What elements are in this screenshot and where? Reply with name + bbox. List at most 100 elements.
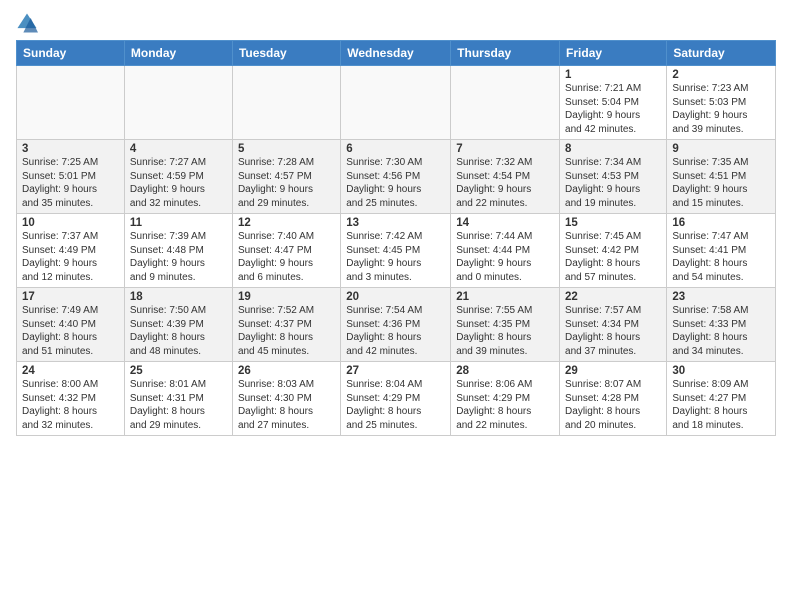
weekday-header-thursday: Thursday [451, 41, 560, 66]
day-info: Sunrise: 8:06 AM Sunset: 4:29 PM Dayligh… [456, 378, 554, 432]
day-info: Sunrise: 7:25 AM Sunset: 5:01 PM Dayligh… [22, 156, 119, 210]
day-number: 12 [238, 217, 335, 229]
calendar-week-3: 10Sunrise: 7:37 AM Sunset: 4:49 PM Dayli… [17, 214, 776, 288]
weekday-header-wednesday: Wednesday [341, 41, 451, 66]
calendar-cell: 20Sunrise: 7:54 AM Sunset: 4:36 PM Dayli… [341, 288, 451, 362]
day-info: Sunrise: 7:39 AM Sunset: 4:48 PM Dayligh… [130, 230, 227, 284]
day-info: Sunrise: 7:23 AM Sunset: 5:03 PM Dayligh… [672, 82, 770, 136]
day-number: 11 [130, 217, 227, 229]
header [16, 12, 776, 34]
day-info: Sunrise: 8:03 AM Sunset: 4:30 PM Dayligh… [238, 378, 335, 432]
day-number: 2 [672, 69, 770, 81]
day-number: 15 [565, 217, 661, 229]
calendar-cell: 11Sunrise: 7:39 AM Sunset: 4:48 PM Dayli… [124, 214, 232, 288]
calendar-cell: 24Sunrise: 8:00 AM Sunset: 4:32 PM Dayli… [17, 362, 125, 436]
calendar-week-1: 1Sunrise: 7:21 AM Sunset: 5:04 PM Daylig… [17, 66, 776, 140]
calendar-cell: 15Sunrise: 7:45 AM Sunset: 4:42 PM Dayli… [560, 214, 667, 288]
day-info: Sunrise: 7:40 AM Sunset: 4:47 PM Dayligh… [238, 230, 335, 284]
day-info: Sunrise: 7:55 AM Sunset: 4:35 PM Dayligh… [456, 304, 554, 358]
main-container: SundayMondayTuesdayWednesdayThursdayFrid… [0, 0, 792, 444]
day-info: Sunrise: 7:32 AM Sunset: 4:54 PM Dayligh… [456, 156, 554, 210]
day-number: 28 [456, 365, 554, 377]
calendar-cell [451, 66, 560, 140]
calendar-cell: 22Sunrise: 7:57 AM Sunset: 4:34 PM Dayli… [560, 288, 667, 362]
calendar-cell: 8Sunrise: 7:34 AM Sunset: 4:53 PM Daylig… [560, 140, 667, 214]
day-info: Sunrise: 7:57 AM Sunset: 4:34 PM Dayligh… [565, 304, 661, 358]
day-number: 14 [456, 217, 554, 229]
calendar-cell: 13Sunrise: 7:42 AM Sunset: 4:45 PM Dayli… [341, 214, 451, 288]
calendar-cell [124, 66, 232, 140]
day-number: 25 [130, 365, 227, 377]
calendar-week-2: 3Sunrise: 7:25 AM Sunset: 5:01 PM Daylig… [17, 140, 776, 214]
day-info: Sunrise: 7:42 AM Sunset: 4:45 PM Dayligh… [346, 230, 445, 284]
calendar-cell: 7Sunrise: 7:32 AM Sunset: 4:54 PM Daylig… [451, 140, 560, 214]
day-info: Sunrise: 8:01 AM Sunset: 4:31 PM Dayligh… [130, 378, 227, 432]
calendar-cell: 25Sunrise: 8:01 AM Sunset: 4:31 PM Dayli… [124, 362, 232, 436]
weekday-header-sunday: Sunday [17, 41, 125, 66]
day-info: Sunrise: 7:37 AM Sunset: 4:49 PM Dayligh… [22, 230, 119, 284]
day-info: Sunrise: 7:35 AM Sunset: 4:51 PM Dayligh… [672, 156, 770, 210]
day-number: 24 [22, 365, 119, 377]
calendar-cell: 19Sunrise: 7:52 AM Sunset: 4:37 PM Dayli… [232, 288, 340, 362]
day-number: 30 [672, 365, 770, 377]
calendar-cell: 27Sunrise: 8:04 AM Sunset: 4:29 PM Dayli… [341, 362, 451, 436]
calendar-cell: 10Sunrise: 7:37 AM Sunset: 4:49 PM Dayli… [17, 214, 125, 288]
day-info: Sunrise: 7:58 AM Sunset: 4:33 PM Dayligh… [672, 304, 770, 358]
day-number: 27 [346, 365, 445, 377]
day-info: Sunrise: 7:27 AM Sunset: 4:59 PM Dayligh… [130, 156, 227, 210]
day-info: Sunrise: 8:04 AM Sunset: 4:29 PM Dayligh… [346, 378, 445, 432]
logo [16, 12, 42, 34]
calendar-cell: 26Sunrise: 8:03 AM Sunset: 4:30 PM Dayli… [232, 362, 340, 436]
calendar-cell: 4Sunrise: 7:27 AM Sunset: 4:59 PM Daylig… [124, 140, 232, 214]
calendar-cell: 1Sunrise: 7:21 AM Sunset: 5:04 PM Daylig… [560, 66, 667, 140]
day-number: 9 [672, 143, 770, 155]
calendar-cell: 6Sunrise: 7:30 AM Sunset: 4:56 PM Daylig… [341, 140, 451, 214]
calendar-cell: 17Sunrise: 7:49 AM Sunset: 4:40 PM Dayli… [17, 288, 125, 362]
day-number: 13 [346, 217, 445, 229]
day-info: Sunrise: 8:00 AM Sunset: 4:32 PM Dayligh… [22, 378, 119, 432]
day-number: 4 [130, 143, 227, 155]
day-info: Sunrise: 7:30 AM Sunset: 4:56 PM Dayligh… [346, 156, 445, 210]
calendar-week-5: 24Sunrise: 8:00 AM Sunset: 4:32 PM Dayli… [17, 362, 776, 436]
calendar-cell [17, 66, 125, 140]
day-number: 26 [238, 365, 335, 377]
calendar-cell [341, 66, 451, 140]
calendar-cell: 12Sunrise: 7:40 AM Sunset: 4:47 PM Dayli… [232, 214, 340, 288]
calendar-cell: 28Sunrise: 8:06 AM Sunset: 4:29 PM Dayli… [451, 362, 560, 436]
day-info: Sunrise: 8:07 AM Sunset: 4:28 PM Dayligh… [565, 378, 661, 432]
day-number: 3 [22, 143, 119, 155]
calendar-cell: 2Sunrise: 7:23 AM Sunset: 5:03 PM Daylig… [667, 66, 776, 140]
calendar-cell: 9Sunrise: 7:35 AM Sunset: 4:51 PM Daylig… [667, 140, 776, 214]
day-info: Sunrise: 7:45 AM Sunset: 4:42 PM Dayligh… [565, 230, 661, 284]
day-number: 21 [456, 291, 554, 303]
calendar-week-4: 17Sunrise: 7:49 AM Sunset: 4:40 PM Dayli… [17, 288, 776, 362]
day-number: 17 [22, 291, 119, 303]
calendar-cell: 3Sunrise: 7:25 AM Sunset: 5:01 PM Daylig… [17, 140, 125, 214]
day-info: Sunrise: 8:09 AM Sunset: 4:27 PM Dayligh… [672, 378, 770, 432]
day-info: Sunrise: 7:21 AM Sunset: 5:04 PM Dayligh… [565, 82, 661, 136]
day-info: Sunrise: 7:47 AM Sunset: 4:41 PM Dayligh… [672, 230, 770, 284]
day-number: 5 [238, 143, 335, 155]
day-info: Sunrise: 7:52 AM Sunset: 4:37 PM Dayligh… [238, 304, 335, 358]
day-number: 22 [565, 291, 661, 303]
day-number: 19 [238, 291, 335, 303]
weekday-header-monday: Monday [124, 41, 232, 66]
day-number: 23 [672, 291, 770, 303]
weekday-header-saturday: Saturday [667, 41, 776, 66]
calendar-cell: 5Sunrise: 7:28 AM Sunset: 4:57 PM Daylig… [232, 140, 340, 214]
day-info: Sunrise: 7:44 AM Sunset: 4:44 PM Dayligh… [456, 230, 554, 284]
calendar-cell: 23Sunrise: 7:58 AM Sunset: 4:33 PM Dayli… [667, 288, 776, 362]
calendar-cell: 14Sunrise: 7:44 AM Sunset: 4:44 PM Dayli… [451, 214, 560, 288]
weekday-header-tuesday: Tuesday [232, 41, 340, 66]
weekday-header-friday: Friday [560, 41, 667, 66]
day-number: 7 [456, 143, 554, 155]
calendar-header-row: SundayMondayTuesdayWednesdayThursdayFrid… [17, 41, 776, 66]
logo-icon [16, 12, 38, 34]
day-number: 29 [565, 365, 661, 377]
calendar-cell: 18Sunrise: 7:50 AM Sunset: 4:39 PM Dayli… [124, 288, 232, 362]
day-number: 6 [346, 143, 445, 155]
calendar-cell: 30Sunrise: 8:09 AM Sunset: 4:27 PM Dayli… [667, 362, 776, 436]
day-info: Sunrise: 7:54 AM Sunset: 4:36 PM Dayligh… [346, 304, 445, 358]
day-number: 10 [22, 217, 119, 229]
day-number: 8 [565, 143, 661, 155]
